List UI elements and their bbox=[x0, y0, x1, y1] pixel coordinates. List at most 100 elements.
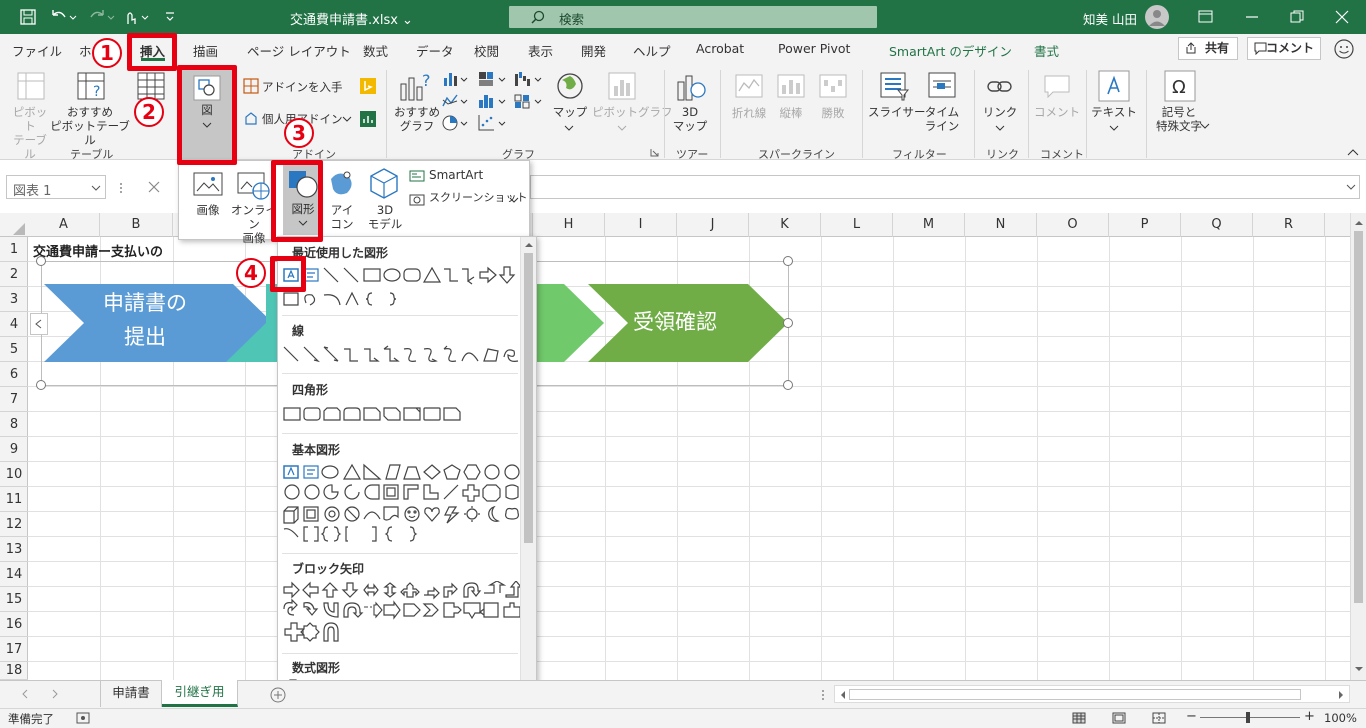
column-header[interactable]: A bbox=[28, 213, 100, 237]
vertical-scrollbar[interactable] bbox=[1350, 213, 1366, 680]
tab-formulas[interactable]: 数式 bbox=[363, 41, 388, 60]
undo-icon[interactable] bbox=[50, 9, 78, 25]
3d-map-label[interactable]: 3D マップ bbox=[668, 105, 712, 133]
basic-shapes-grid[interactable] bbox=[282, 463, 522, 545]
process-step-3[interactable] bbox=[526, 284, 604, 362]
recommended-charts-label[interactable]: おすすめ グラフ bbox=[393, 105, 441, 133]
row-header[interactable]: 18 bbox=[0, 662, 28, 680]
tab-data[interactable]: データ bbox=[416, 41, 454, 60]
row-header[interactable]: 6 bbox=[0, 362, 28, 387]
select-all-icon[interactable] bbox=[12, 222, 26, 236]
scroll-up-icon[interactable] bbox=[524, 241, 534, 249]
prev-sheet-icon[interactable] bbox=[20, 689, 30, 699]
statistic-chart-icon[interactable] bbox=[478, 92, 508, 110]
scroll-right-icon[interactable] bbox=[1337, 690, 1345, 700]
row-header[interactable]: 11 bbox=[0, 487, 28, 512]
smartart-button[interactable]: SmartArt bbox=[429, 168, 483, 182]
scroll-left-icon[interactable] bbox=[839, 690, 847, 700]
column-header[interactable]: N bbox=[965, 213, 1037, 237]
row-header[interactable]: 17 bbox=[0, 637, 28, 662]
link-label[interactable]: リンク bbox=[982, 105, 1018, 119]
macro-record-icon[interactable] bbox=[76, 712, 90, 724]
my-addins-dropdown-icon[interactable] bbox=[342, 115, 352, 123]
3d-models-button[interactable]: 3D モデル bbox=[361, 203, 409, 231]
row-header[interactable]: 9 bbox=[0, 437, 28, 462]
picture-button[interactable]: 画像 bbox=[187, 203, 229, 217]
page-break-view-icon[interactable] bbox=[1152, 712, 1166, 724]
recent-shapes-row[interactable] bbox=[282, 263, 522, 309]
horizontal-scrollbar[interactable] bbox=[834, 685, 1350, 703]
scrollbar-thumb[interactable] bbox=[1354, 231, 1363, 603]
tab-home[interactable]: ホ bbox=[79, 41, 92, 60]
column-header[interactable]: H bbox=[533, 213, 605, 237]
row-header[interactable]: 4 bbox=[0, 312, 28, 337]
emoji-feedback-icon[interactable] bbox=[1333, 38, 1355, 60]
3d-map-icon[interactable] bbox=[676, 72, 706, 102]
text-pane-toggle[interactable] bbox=[30, 313, 48, 335]
name-box[interactable]: 図表 1 bbox=[6, 175, 106, 199]
page-layout-view-icon[interactable] bbox=[1112, 712, 1126, 724]
map-chart-label[interactable]: マップ bbox=[552, 105, 588, 119]
title-dropdown-icon[interactable]: ⌄ bbox=[402, 13, 413, 28]
column-header[interactable]: L bbox=[821, 213, 893, 237]
restore-icon[interactable] bbox=[1290, 10, 1304, 24]
row-header[interactable]: 10 bbox=[0, 462, 28, 487]
share-button[interactable]: 共有 bbox=[1178, 37, 1238, 60]
link-icon[interactable] bbox=[986, 74, 1014, 98]
pivot-table-label[interactable]: ピボット テーブル bbox=[8, 105, 52, 161]
block-arrows-grid[interactable] bbox=[282, 581, 522, 643]
column-header[interactable]: J bbox=[677, 213, 749, 237]
get-addins-button[interactable]: アドインを入手 bbox=[262, 80, 343, 94]
column-header[interactable]: I bbox=[605, 213, 677, 237]
recommended-charts-icon[interactable]: ? bbox=[400, 72, 434, 102]
minimize-icon[interactable] bbox=[1245, 10, 1259, 24]
column-header[interactable]: P bbox=[1109, 213, 1181, 237]
hierarchy-chart-icon[interactable] bbox=[478, 70, 508, 88]
icons-button[interactable]: アイ コン bbox=[325, 203, 359, 231]
cancel-formula-icon[interactable] bbox=[148, 181, 160, 193]
column-header[interactable]: O bbox=[1037, 213, 1109, 237]
scrollbar-thumb[interactable] bbox=[524, 253, 533, 543]
column-header[interactable]: M bbox=[893, 213, 965, 237]
column-header[interactable]: Q bbox=[1181, 213, 1253, 237]
touch-mode-icon[interactable] bbox=[122, 8, 154, 26]
waterfall-chart-icon[interactable] bbox=[514, 70, 544, 88]
textbox-icon[interactable] bbox=[1098, 70, 1130, 102]
search-box[interactable]: 検索 bbox=[509, 6, 877, 28]
expand-formula-icon[interactable] bbox=[1346, 183, 1356, 191]
table-icon[interactable] bbox=[137, 72, 165, 100]
slicer-label[interactable]: スライサー bbox=[868, 105, 926, 119]
row-header[interactable]: 5 bbox=[0, 337, 28, 362]
next-sheet-icon[interactable] bbox=[50, 689, 60, 699]
row-header[interactable]: 1 bbox=[0, 237, 28, 262]
scroll-down-icon[interactable] bbox=[1354, 665, 1364, 673]
symbol-icon[interactable]: Ω bbox=[1164, 70, 1196, 102]
zoom-in-button[interactable]: + bbox=[1304, 709, 1315, 724]
row-header[interactable]: 3 bbox=[0, 287, 28, 312]
sheet-tab-active[interactable]: 引継ぎ用 bbox=[162, 680, 238, 707]
slicer-icon[interactable] bbox=[880, 72, 910, 102]
scrollbar-thumb[interactable] bbox=[849, 689, 1301, 700]
sheet-tab[interactable]: 申請書 bbox=[100, 681, 162, 707]
ribbon-display-icon[interactable] bbox=[1198, 10, 1214, 24]
tab-smartart-design[interactable]: SmartArt のデザイン bbox=[889, 41, 1012, 60]
line-shapes-row[interactable] bbox=[282, 343, 522, 367]
tab-review[interactable]: 校閲 bbox=[474, 41, 499, 60]
formula-input[interactable] bbox=[530, 175, 1360, 199]
zoom-level[interactable]: 100% bbox=[1324, 711, 1357, 725]
row-header[interactable]: 2 bbox=[0, 262, 28, 287]
column-chart-icon[interactable] bbox=[442, 70, 468, 88]
row-header[interactable]: 7 bbox=[0, 387, 28, 412]
tab-help[interactable]: ヘルプ bbox=[633, 41, 671, 60]
people-graph-icon[interactable] bbox=[360, 111, 376, 127]
row-header[interactable]: 12 bbox=[0, 512, 28, 537]
column-header[interactable]: B bbox=[100, 213, 173, 237]
tab-view[interactable]: 表示 bbox=[528, 41, 553, 60]
column-header[interactable]: R bbox=[1253, 213, 1325, 237]
comments-button[interactable]: コメント bbox=[1247, 37, 1321, 60]
collapse-ribbon-icon[interactable] bbox=[1347, 148, 1359, 156]
recommended-pivot-label[interactable]: おすすめ ピボットテーブル bbox=[50, 105, 130, 147]
dialog-launcher-icon[interactable] bbox=[650, 148, 659, 157]
name-box-dropdown-icon[interactable] bbox=[91, 184, 101, 192]
tab-page-layout[interactable]: ページ レイアウト bbox=[247, 41, 351, 60]
